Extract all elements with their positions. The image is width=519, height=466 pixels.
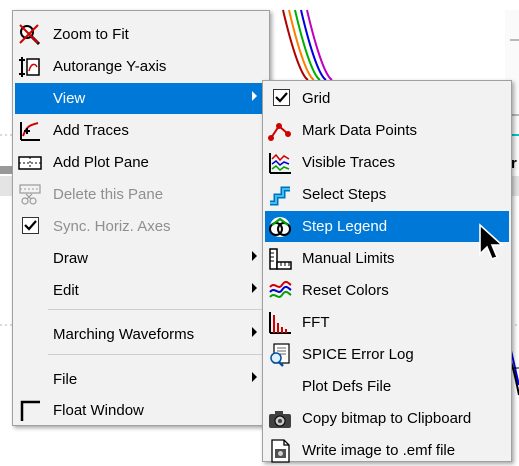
menu-item-label: Edit bbox=[53, 282, 79, 299]
submenu-item-plot-defs-file[interactable]: Plot Defs File bbox=[265, 371, 509, 402]
zoom-fit-icon bbox=[19, 24, 41, 46]
menu-item-label: Select Steps bbox=[302, 186, 387, 203]
menu-item-delete-this-pane[interactable]: Delete this Pane bbox=[15, 179, 267, 210]
menu-item-label: Delete this Pane bbox=[53, 186, 164, 203]
menu-item-label: Plot Defs File bbox=[302, 378, 392, 395]
menu-item-add-plot-pane[interactable]: Add Plot Pane bbox=[15, 147, 267, 178]
submenu-item-write-emf[interactable]: Write image to .emf file bbox=[265, 435, 509, 466]
submenu-item-grid[interactable]: Grid bbox=[265, 83, 509, 114]
mark-points-icon bbox=[268, 123, 291, 141]
delete-pane-icon bbox=[19, 184, 41, 205]
checkbox-icon bbox=[22, 217, 39, 234]
menu-item-label: Add Plot Pane bbox=[53, 154, 149, 171]
menu-item-file[interactable]: File bbox=[15, 364, 267, 395]
mouse-pointer-icon bbox=[479, 223, 504, 261]
menu-item-label: Copy bitmap to Clipboard bbox=[302, 410, 472, 427]
menu-item-view[interactable]: View bbox=[15, 83, 267, 114]
submenu-item-manual-limits[interactable]: Manual Limits bbox=[265, 243, 509, 274]
add-pane-icon bbox=[18, 156, 42, 170]
reset-colors-icon bbox=[269, 280, 292, 298]
menu-item-sync-horiz-axes[interactable]: Sync. Horiz. Axes bbox=[15, 211, 267, 242]
menu-item-label: FFT bbox=[302, 314, 330, 331]
menu-item-float-window[interactable]: Float Window bbox=[15, 395, 267, 426]
submenu-arrow-icon bbox=[252, 283, 257, 293]
manual-limits-icon bbox=[269, 248, 292, 270]
menu-item-label: Write image to .emf file bbox=[302, 442, 456, 459]
menu-item-label: File bbox=[53, 371, 78, 388]
menu-item-label: Add Traces bbox=[53, 122, 129, 139]
submenu-item-mark-data-points[interactable]: Mark Data Points bbox=[265, 115, 509, 146]
menu-item-label: Float Window bbox=[53, 402, 144, 419]
menu-item-label: Step Legend bbox=[302, 218, 388, 235]
submenu-item-visible-traces[interactable]: Visible Traces bbox=[265, 147, 509, 178]
plot-context-menu: Zoom to Fit Autorange Y-axis View Add Tr… bbox=[12, 10, 270, 426]
step-legend-icon bbox=[269, 217, 291, 237]
submenu-arrow-icon bbox=[252, 372, 257, 382]
submenu-arrow-icon bbox=[252, 251, 257, 261]
submenu-item-step-legend[interactable]: Step Legend bbox=[265, 211, 509, 242]
menu-item-label: Autorange Y-axis bbox=[53, 58, 167, 75]
menu-item-edit[interactable]: Edit bbox=[15, 275, 267, 306]
menu-item-add-traces[interactable]: Add Traces bbox=[15, 115, 267, 146]
submenu-arrow-icon bbox=[252, 91, 257, 101]
view-submenu: Grid Mark Data Points Visible Traces Sel… bbox=[262, 80, 512, 463]
submenu-item-select-steps[interactable]: Select Steps bbox=[265, 179, 509, 210]
menu-item-label: Sync. Horiz. Axes bbox=[53, 218, 171, 235]
menu-item-label: Draw bbox=[53, 250, 89, 267]
select-steps-icon bbox=[270, 186, 290, 206]
checkbox-icon bbox=[273, 89, 290, 106]
menu-separator bbox=[48, 309, 265, 310]
menu-item-label: Reset Colors bbox=[302, 282, 389, 299]
menu-item-label: Zoom to Fit bbox=[53, 26, 129, 43]
error-log-icon bbox=[270, 343, 290, 367]
menu-item-marching-waveforms[interactable]: Marching Waveforms bbox=[15, 319, 267, 350]
submenu-item-copy-bitmap[interactable]: Copy bitmap to Clipboard bbox=[265, 403, 509, 434]
checkmark-icon bbox=[24, 220, 37, 231]
menu-item-label: SPICE Error Log bbox=[302, 346, 414, 363]
float-window-icon bbox=[20, 400, 40, 421]
menu-item-label: Grid bbox=[302, 90, 331, 107]
autorange-icon bbox=[19, 57, 40, 77]
menu-item-label: Mark Data Points bbox=[302, 122, 418, 139]
menu-item-label: View bbox=[53, 90, 86, 107]
camera-icon bbox=[269, 411, 291, 428]
submenu-item-fft[interactable]: FFT bbox=[265, 307, 509, 338]
add-traces-icon bbox=[20, 122, 40, 141]
submenu-item-spice-error-log[interactable]: SPICE Error Log bbox=[265, 339, 509, 370]
visible-traces-icon bbox=[269, 153, 291, 174]
menu-item-label: Marching Waveforms bbox=[53, 326, 195, 343]
fft-icon bbox=[269, 312, 291, 334]
submenu-arrow-icon bbox=[252, 327, 257, 337]
menu-item-label: Visible Traces bbox=[302, 154, 396, 171]
emf-file-icon bbox=[271, 439, 290, 463]
checkmark-icon bbox=[275, 92, 288, 103]
menu-item-zoom-to-fit[interactable]: Zoom to Fit bbox=[15, 19, 267, 50]
menu-separator bbox=[48, 354, 265, 355]
menu-item-autorange-y-axis[interactable]: Autorange Y-axis bbox=[15, 51, 267, 82]
menu-item-label: Manual Limits bbox=[302, 250, 395, 267]
submenu-item-reset-colors[interactable]: Reset Colors bbox=[265, 275, 509, 306]
menu-item-draw[interactable]: Draw bbox=[15, 243, 267, 274]
